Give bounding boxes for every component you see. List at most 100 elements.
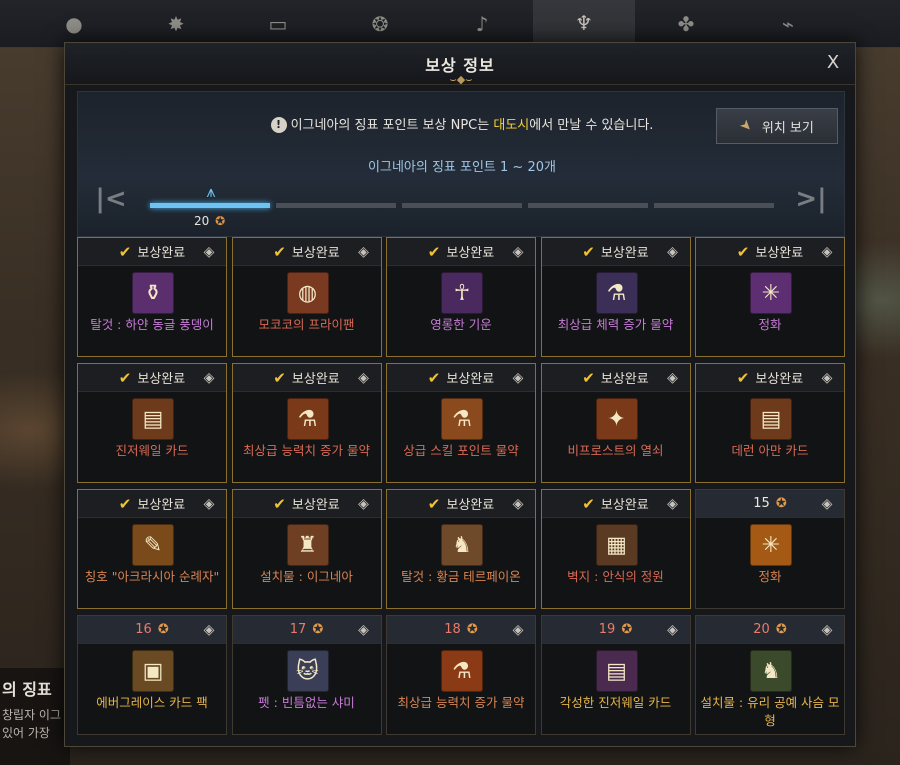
check-icon: ✔ — [582, 242, 595, 261]
required-points: 19 — [598, 622, 616, 637]
roster-emblem-icon: ◈ — [667, 244, 678, 260]
reward-item-name: 상급 스킬 포인트 물약 — [403, 443, 519, 458]
reward-item-name: 각성한 진저웨일 카드 — [559, 695, 672, 710]
roster-emblem-icon: ◈ — [667, 496, 678, 512]
reward-card-header: ✔ 보상완료 ◈ — [232, 238, 381, 266]
reward-item-name: 칭호 "아크라시아 순례자" — [84, 569, 220, 584]
top-tab[interactable]: ✸ — [125, 0, 227, 48]
reward-item-name: 데런 아만 카드 — [731, 443, 809, 458]
top-tab[interactable]: ❂ — [329, 0, 431, 48]
reward-card[interactable]: 15 ✪ ◈ ✳ 정화 — [695, 489, 845, 609]
telescope-icon: ⌁ — [781, 11, 795, 36]
top-menu-bar: ● ✸ ▭ ❂ ♪ ♆ ✤ ⌁ — [0, 0, 900, 48]
reward-card[interactable]: ✔ 보상완료 ◈ ◍ 모코코의 프라이팬 — [231, 237, 382, 357]
reward-item-icon: ✦ — [595, 398, 638, 440]
reward-card-header: 20 ✪ ◈ — [696, 616, 844, 644]
reward-card[interactable]: ✔ 보상완료 ◈ ⚗ 최상급 능력치 증가 물약 — [231, 363, 382, 483]
prev-page-button[interactable]: |< — [88, 184, 134, 214]
progress-segment — [528, 203, 648, 208]
roster-emblem-icon: ◈ — [203, 370, 215, 386]
reward-item-icon: ⚱ — [132, 272, 174, 314]
background-panel-fragment: 의 징표 창립자 이그 있어 가장 — [0, 668, 70, 765]
reward-item-icon: ◍ — [286, 272, 329, 314]
reward-item-name: 벽지 : 안식의 정원 — [567, 569, 664, 584]
reward-item-name: 탈것 : 황금 테르페이온 — [401, 569, 521, 584]
reward-item-name: 최상급 체력 증가 물약 — [557, 317, 674, 332]
reward-status-label: 보상완료 — [291, 498, 340, 513]
roster-emblem-icon: ◈ — [512, 244, 524, 260]
reward-card[interactable]: ✔ 보상완료 ◈ ♞ 탈것 : 황금 테르페이온 — [386, 489, 536, 609]
reward-item-name: 최상급 능력치 증가 물약 — [397, 695, 525, 710]
background-title: 의 징표 — [2, 680, 52, 699]
top-tab[interactable]: ♪ — [431, 0, 533, 48]
reward-card[interactable]: ✔ 보상완료 ◈ ⚱ 탈것 : 하얀 동글 풍뎅이 — [77, 237, 227, 357]
top-tab[interactable]: ♆ — [533, 0, 635, 48]
locate-button[interactable]: ➤ 위치 보기 — [716, 108, 838, 144]
reward-card-header: ✔ 보상완료 ◈ — [78, 490, 226, 518]
check-icon: ✔ — [118, 368, 132, 387]
top-tab[interactable]: ✤ — [635, 0, 737, 48]
reward-card[interactable]: 20 ✪ ◈ ♞ 설치물 : 유리 공예 사슴 모형 — [695, 615, 845, 735]
check-icon: ✔ — [273, 368, 286, 387]
current-position-icon: ⩚ — [206, 182, 216, 201]
progress-segment — [402, 203, 522, 208]
reward-card-header: ✔ 보상완료 ◈ — [78, 238, 226, 266]
roster-emblem-icon: ◈ — [203, 244, 215, 260]
reward-status-label: 보상완료 — [755, 372, 804, 387]
reward-card[interactable]: 17 ✪ ◈ 🐱 펫 : 빈틈없는 샤미 — [231, 615, 382, 735]
progress-count: 20 ✪ — [194, 214, 225, 228]
top-tab[interactable]: ▭ — [227, 0, 329, 48]
check-icon: ✔ — [736, 242, 750, 261]
required-points: 17 — [289, 622, 307, 637]
reward-card[interactable]: ✔ 보상완료 ◈ ✳ 정화 — [695, 237, 845, 357]
reward-card-header: ✔ 보상완료 ◈ — [78, 364, 226, 392]
progress-segment — [276, 203, 396, 208]
check-icon: ✔ — [736, 368, 750, 387]
reward-card[interactable]: ✔ 보상완료 ◈ ♜ 설치물 : 이그네아 — [231, 489, 382, 609]
reward-item-name: 에버그레이스 카드 팩 — [96, 695, 208, 710]
ignea-token-icon: ✪ — [621, 622, 633, 637]
required-points: 16 — [135, 622, 152, 637]
reward-item-name: 비프로스트의 열쇠 — [567, 443, 664, 458]
reward-card[interactable]: ✔ 보상완료 ◈ ▦ 벽지 : 안식의 정원 — [540, 489, 691, 609]
reward-card[interactable]: ✔ 보상완료 ◈ ⚗ 상급 스킬 포인트 물약 — [386, 363, 536, 483]
reward-card[interactable]: 16 ✪ ◈ ▣ 에버그레이스 카드 팩 — [77, 615, 227, 735]
reward-card[interactable]: ✔ 보상완료 ◈ ✎ 칭호 "아크라시아 순례자" — [77, 489, 227, 609]
check-icon: ✔ — [273, 242, 286, 261]
top-tab[interactable]: ⌁ — [737, 0, 839, 48]
notice-prefix: 이그네아의 징표 포인트 보상 NPC는 — [290, 118, 494, 133]
check-icon: ✔ — [427, 494, 441, 513]
roster-emblem-icon: ◈ — [821, 496, 833, 512]
reward-item-name: 정화 — [758, 317, 782, 332]
reward-card[interactable]: ✔ 보상완료 ◈ ☥ 영롱한 기운 — [386, 237, 536, 357]
reward-card[interactable]: 18 ✪ ◈ ⚗ 최상급 능력치 증가 물약 — [386, 615, 536, 735]
next-page-button[interactable]: >| — [788, 184, 834, 214]
reward-card-header: ✔ 보상완료 ◈ — [696, 364, 844, 392]
ignea-token-icon: ✪ — [312, 622, 324, 637]
reward-status-label: 보상완료 — [755, 246, 804, 261]
reward-card-header: 19 ✪ ◈ — [541, 616, 690, 644]
ornament-icon: ⌣◆⌣ — [449, 73, 473, 86]
reward-item-icon: ✳ — [750, 524, 792, 566]
reward-card[interactable]: ✔ 보상완료 ◈ ▤ 진저웨일 카드 — [77, 363, 227, 483]
roster-emblem-icon: ◈ — [203, 622, 215, 638]
reward-item-icon: ♞ — [441, 524, 483, 566]
reward-card-header: ✔ 보상완료 ◈ — [696, 238, 844, 266]
reward-card[interactable]: ✔ 보상완료 ◈ ▤ 데런 아만 카드 — [695, 363, 845, 483]
close-button[interactable]: X — [821, 51, 845, 75]
top-tab[interactable]: ● — [23, 0, 125, 48]
reward-item-name: 설치물 : 이그네아 — [260, 569, 353, 584]
reward-card[interactable]: ✔ 보상완료 ◈ ⚗ 최상급 체력 증가 물약 — [540, 237, 691, 357]
background-text-line: 창립자 이그 — [2, 708, 62, 722]
reward-item-name: 펫 : 빈틈없는 샤미 — [258, 695, 355, 710]
reward-status-label: 보상완료 — [600, 246, 649, 261]
reward-card[interactable]: 19 ✪ ◈ ▤ 각성한 진저웨일 카드 — [540, 615, 691, 735]
ignea-token-icon: ✪ — [157, 622, 169, 637]
reward-status-label: 보상완료 — [446, 246, 495, 261]
reward-item-name: 정화 — [758, 569, 782, 584]
reward-card[interactable]: ✔ 보상완료 ◈ ✦ 비프로스트의 열쇠 — [540, 363, 691, 483]
reward-card-header: ✔ 보상완료 ◈ — [541, 238, 690, 266]
roster-emblem-icon: ◈ — [667, 622, 678, 638]
notice-highlight: 대도시 — [493, 118, 530, 133]
reward-item-icon: ⚗ — [441, 650, 483, 692]
